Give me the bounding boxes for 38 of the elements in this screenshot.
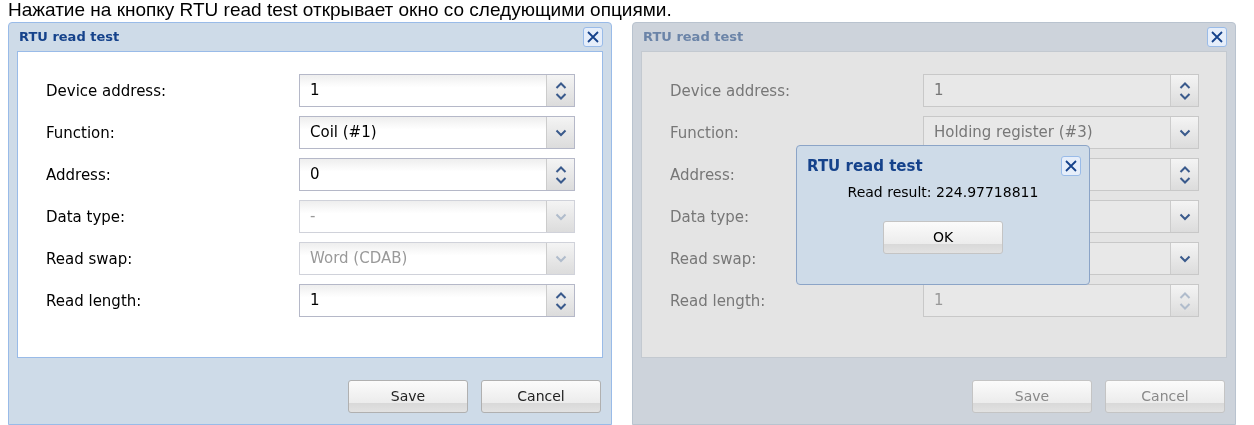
field-label: Read length: (670, 291, 766, 310)
spinner-arrows-icon (1178, 290, 1191, 311)
spinner-arrows-icon (554, 290, 567, 311)
spinner-arrows-icon (1178, 164, 1191, 185)
field-label: Address: (670, 165, 735, 184)
caption-text: Нажатие на кнопку RTU read test открывает окно со следующими опциями. (7, 0, 673, 20)
dialog-title: RTU read test (643, 28, 744, 47)
number-field[interactable]: 0 (299, 158, 575, 191)
number-field[interactable]: 1 (299, 74, 575, 107)
field-label: Read length: (46, 291, 142, 310)
spinner-arrows-icon (554, 80, 567, 101)
number-field[interactable]: 1 (299, 284, 575, 317)
number-field[interactable]: 1 (923, 74, 1199, 107)
dropdown-field[interactable]: Holding register (#3) (923, 116, 1199, 149)
field-label: Device address: (670, 81, 791, 100)
spinner-arrows-icon (1178, 80, 1191, 101)
close-button[interactable] (1207, 27, 1227, 47)
dropdown-field[interactable]: Coil (#1) (299, 116, 575, 149)
field-label: Data type: (670, 207, 750, 226)
dialog-button[interactable]: Save (348, 380, 468, 413)
dialog-button[interactable]: Cancel (481, 380, 601, 413)
ok-button[interactable]: OK (883, 221, 1003, 254)
close-button[interactable] (1061, 156, 1081, 176)
result-text: Read result: 224.97718811 (847, 183, 1039, 202)
field-label: Device address: (46, 81, 167, 100)
close-icon (587, 31, 599, 43)
field-label: Function: (670, 123, 739, 142)
close-icon (1065, 160, 1077, 172)
field-label: Read swap: (670, 249, 757, 268)
field-label: Function: (46, 123, 115, 142)
close-icon (1211, 31, 1223, 43)
dialog-title: RTU read test (807, 155, 923, 177)
field-label: Address: (46, 165, 111, 184)
field-label: Data type: (46, 207, 126, 226)
close-button[interactable] (583, 27, 603, 47)
field-label: Read swap: (46, 249, 133, 268)
spinner-arrows-icon (554, 164, 567, 185)
dialog-title: RTU read test (19, 28, 120, 47)
